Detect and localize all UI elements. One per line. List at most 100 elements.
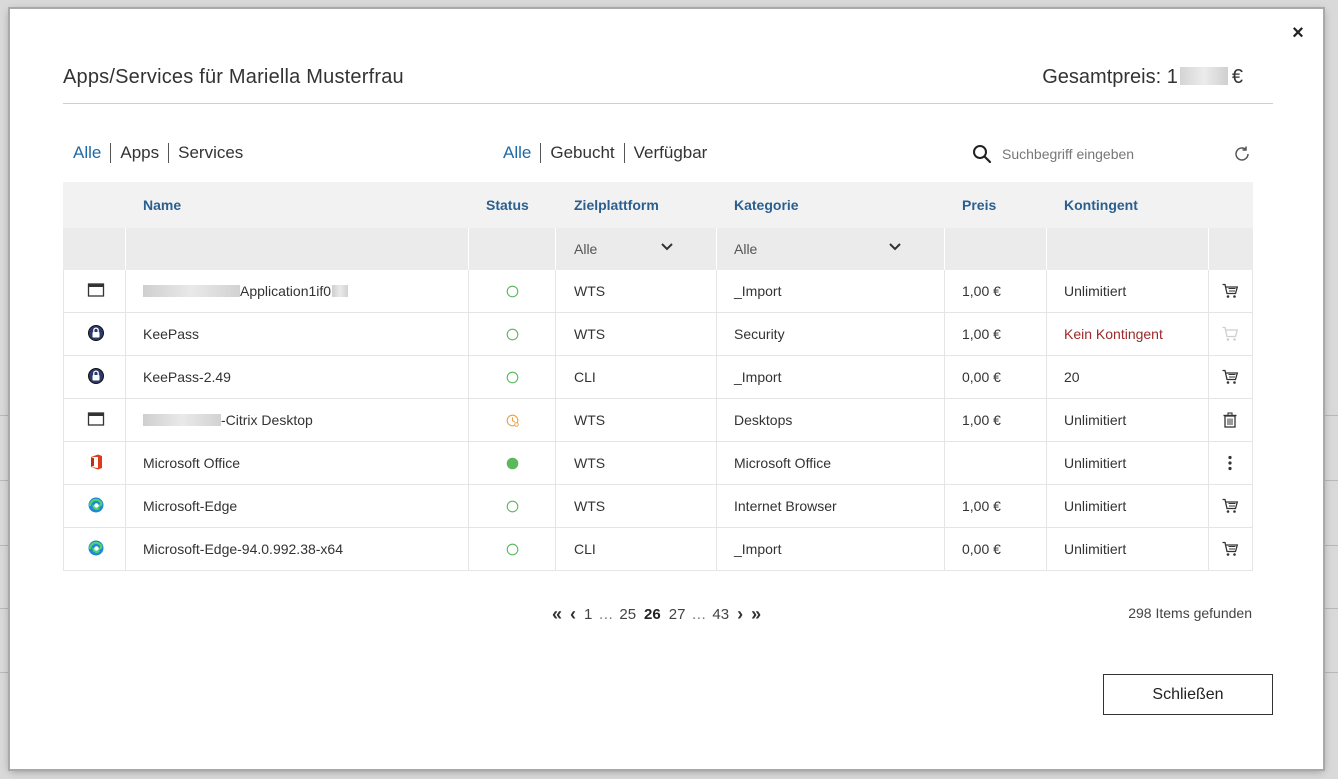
next-page-icon[interactable]: › [737, 604, 743, 625]
cell-quota: Unlimitiert [1064, 283, 1127, 299]
filter-type-all[interactable]: Alle [64, 143, 110, 163]
dialog-header: Apps/Services für Mariella Musterfrau Ge… [63, 64, 1273, 104]
app-name: Microsoft-Edge [143, 498, 238, 514]
platform-filter-select[interactable]: Alle [574, 228, 684, 270]
divider [125, 270, 126, 312]
divider [555, 356, 556, 398]
column-header-price[interactable]: Preis [962, 197, 996, 213]
filter-state-group: Alle Gebucht Verfügbar [494, 143, 716, 163]
table-body: Application1if0 WTS _Import 1,00 € Unlimitie… [63, 270, 1253, 571]
trash-icon[interactable] [1221, 411, 1239, 429]
divider [1208, 485, 1209, 527]
column-header-status[interactable]: Status [486, 197, 529, 213]
search-bar [972, 142, 1252, 166]
divider [468, 485, 469, 527]
divider [125, 442, 126, 484]
table-row[interactable]: -Citrix Desktop WTS Desktops 1,00 € Unlimiti… [63, 399, 1253, 442]
filter-state-booked[interactable]: Gebucht [541, 143, 623, 163]
filter-state-all[interactable]: Alle [494, 143, 540, 163]
apps-table: Name Status Zielplattform Kategorie Prei… [63, 182, 1253, 571]
total-price-redacted [1179, 67, 1228, 85]
cell-quota: Unlimitiert [1064, 412, 1127, 428]
page-link-26[interactable]: 26 [644, 606, 661, 623]
cell-price: 1,00 € [962, 326, 1001, 342]
filter-type-services[interactable]: Services [169, 143, 252, 163]
cell-quota: Unlimitiert [1064, 541, 1127, 557]
chevron-down-icon [661, 243, 673, 251]
pagination: « ‹ 1 … 25 26 27 … 43 › » [548, 603, 765, 625]
close-icon[interactable]: × [1289, 23, 1307, 43]
first-page-icon[interactable]: « [552, 604, 562, 625]
close-button[interactable]: Schließen [1103, 674, 1273, 715]
cart-icon[interactable] [1221, 497, 1239, 515]
divider [555, 528, 556, 570]
edge-icon [87, 496, 105, 514]
column-header-platform[interactable]: Zielplattform [574, 197, 659, 213]
filter-type-apps[interactable]: Apps [111, 143, 168, 163]
page-link-27[interactable]: 27 [669, 606, 686, 623]
pagination-ellipsis: … [691, 605, 707, 623]
divider [1208, 528, 1209, 570]
cell-platform: WTS [574, 283, 606, 299]
page-link-1[interactable]: 1 [584, 606, 592, 623]
cart-disabled-icon [1221, 325, 1239, 343]
column-header-name[interactable]: Name [143, 197, 181, 213]
last-page-icon[interactable]: » [751, 604, 761, 625]
divider [125, 399, 126, 441]
divider [468, 399, 469, 441]
cart-icon[interactable] [1221, 540, 1239, 558]
table-row[interactable]: Microsoft Office WTS Microsoft Office Unlim… [63, 442, 1253, 485]
page-link-25[interactable]: 25 [619, 606, 636, 623]
cell-category: Security [734, 326, 785, 342]
divider [1046, 270, 1047, 312]
cell-price: 0,00 € [962, 369, 1001, 385]
table-row[interactable]: KeePass-2.49 CLI _Import 0,00 € 20 [63, 356, 1253, 399]
divider [1208, 356, 1209, 398]
divider [716, 528, 717, 570]
page-link-43[interactable]: 43 [712, 606, 729, 623]
cell-platform: CLI [574, 541, 596, 557]
divider [1208, 399, 1209, 441]
total-price: Gesamtpreis: 1 € [1042, 66, 1243, 89]
divider [716, 270, 717, 312]
app-name: Application1if0 [240, 283, 332, 299]
total-price-currency: € [1231, 66, 1243, 88]
divider [716, 356, 717, 398]
cart-icon[interactable] [1221, 368, 1239, 386]
redacted-text [332, 285, 349, 297]
office-icon [87, 453, 105, 471]
divider [944, 313, 945, 355]
redacted-text [143, 285, 240, 297]
refresh-icon[interactable] [1232, 144, 1252, 164]
cell-name: Microsoft Office [143, 455, 240, 471]
divider [555, 485, 556, 527]
divider [716, 313, 717, 355]
table-row[interactable]: Microsoft-Edge-94.0.992.38-x64 CLI _Import… [63, 528, 1253, 571]
search-input[interactable] [1002, 142, 1212, 166]
cell-category: Internet Browser [734, 498, 837, 514]
column-header-category[interactable]: Kategorie [734, 197, 799, 213]
cell-platform: WTS [574, 455, 606, 471]
cell-platform: WTS [574, 498, 606, 514]
table-row[interactable]: KeePass WTS Security 1,00 € Kein Kontingent [63, 313, 1253, 356]
filter-type-group: Alle Apps Services [64, 143, 252, 163]
table-row[interactable]: Application1if0 WTS _Import 1,00 € Unlimitie… [63, 270, 1253, 313]
cart-icon[interactable] [1221, 282, 1239, 300]
more-vertical-icon[interactable] [1221, 454, 1239, 472]
divider [125, 356, 126, 398]
divider [555, 442, 556, 484]
column-header-quota[interactable]: Kontingent [1064, 197, 1138, 213]
status-available-icon [506, 500, 519, 513]
cell-name: Microsoft-Edge-94.0.992.38-x64 [143, 541, 343, 557]
apps-services-dialog: × Apps/Services für Mariella Musterfrau … [10, 9, 1323, 769]
app-name: Microsoft-Edge-94.0.992.38-x64 [143, 541, 343, 557]
edge-icon [87, 539, 105, 557]
divider [1046, 442, 1047, 484]
table-row[interactable]: Microsoft-Edge WTS Internet Browser 1,00 € U… [63, 485, 1253, 528]
page-list: 1 … 25 26 27 … 43 [580, 606, 733, 623]
filter-state-available[interactable]: Verfügbar [625, 143, 717, 163]
prev-page-icon[interactable]: ‹ [570, 604, 576, 625]
keepass-icon [87, 367, 105, 385]
category-filter-select[interactable]: Alle [734, 228, 914, 270]
pagination-ellipsis: … [598, 605, 614, 623]
